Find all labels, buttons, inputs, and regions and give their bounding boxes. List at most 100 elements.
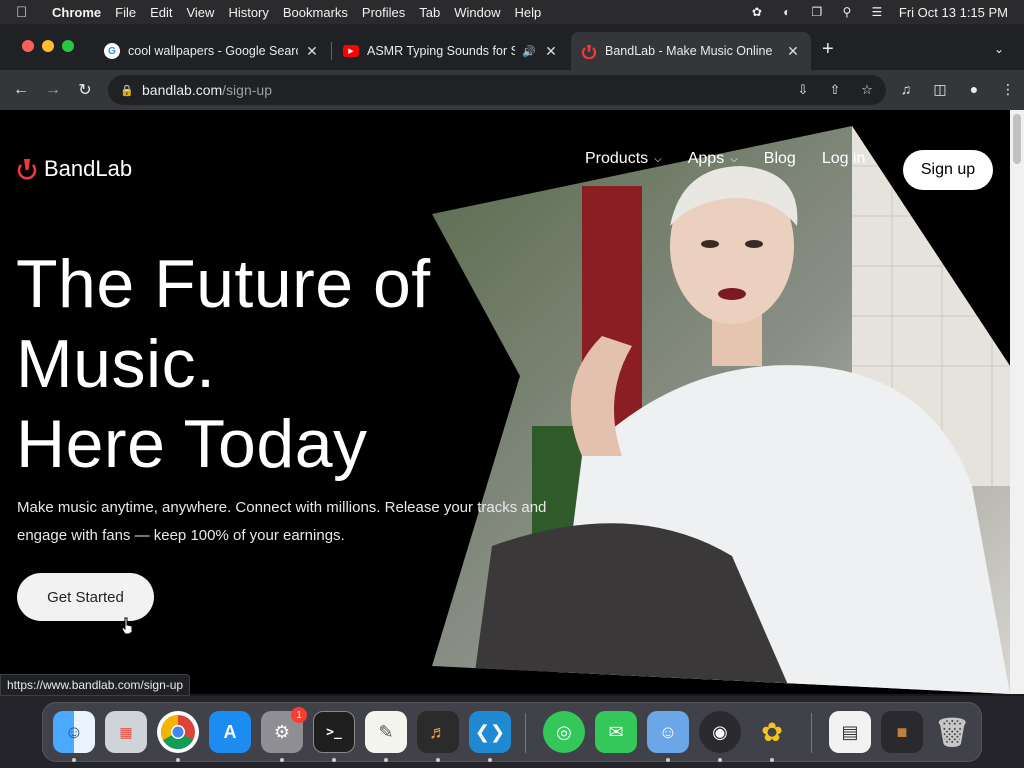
share-icon[interactable]: ⇧ xyxy=(826,81,844,99)
menubar-clock[interactable]: Fri Oct 13 1:15 PM xyxy=(899,5,1008,20)
hero-subcopy: Make music anytime, anywhere. Connect wi… xyxy=(17,499,547,544)
media-controls-icon[interactable]: ♫ xyxy=(896,79,916,99)
address-bar-url[interactable]: bandlab.com/sign-up xyxy=(142,82,272,98)
close-window-button[interactable] xyxy=(22,40,34,52)
nav-login[interactable]: Log in xyxy=(822,150,866,168)
hand-cursor-icon xyxy=(121,617,133,635)
chevron-down-icon: ⌵ xyxy=(654,153,662,165)
close-tab-icon[interactable]: ✕ xyxy=(543,43,559,59)
omnibox-actions: ⇩ ⇧ ☆ xyxy=(794,81,876,99)
launchpad-icon[interactable]: ▦ xyxy=(105,711,147,753)
running-indicator xyxy=(280,758,284,762)
app-store-icon[interactable]: A xyxy=(209,711,251,753)
google-icon: G xyxy=(104,43,120,59)
bandlab-logo-icon xyxy=(17,159,37,180)
side-panel-icon[interactable]: ◫ xyxy=(930,79,950,99)
dock-separator xyxy=(811,713,812,753)
audio-playing-icon[interactable]: 🔊 xyxy=(521,43,537,59)
trash-icon[interactable]: 🗑 xyxy=(931,711,973,753)
system-settings-icon[interactable]: ⚙ 1 xyxy=(261,707,307,753)
menu-app-chrome[interactable]: Chrome xyxy=(52,5,101,20)
running-indicator xyxy=(718,758,722,762)
nav-products[interactable]: Products ⌵ xyxy=(585,150,662,168)
forward-arrow-icon[interactable]: → xyxy=(40,77,66,103)
tab-bandlab[interactable]: BandLab - Make Music Online ✕ xyxy=(571,32,811,70)
vscode-icon[interactable]: ❮❯ xyxy=(469,711,511,753)
url-path: /sign-up xyxy=(222,82,272,98)
bandlab-logo[interactable]: BandLab xyxy=(16,156,132,182)
screenshot-folder-icon[interactable]: ■ xyxy=(881,711,923,753)
tab-youtube-asmr[interactable]: ▶ ASMR Typing Sounds for Studying 🔊 ✕ xyxy=(333,32,569,70)
tab-search-chevron-icon[interactable]: ⌄ xyxy=(994,42,1004,56)
menu-help[interactable]: Help xyxy=(515,5,542,20)
garageband-icon[interactable]: ♬ xyxy=(417,711,459,753)
reload-icon[interactable]: ↻ xyxy=(72,77,98,103)
apple-menu-icon[interactable]:  xyxy=(16,4,38,21)
cyberduck-bee-icon[interactable]: ✿ xyxy=(751,711,793,753)
finder-icon[interactable]: ☺ xyxy=(53,711,95,753)
window-manager-icon[interactable]: ❐ xyxy=(809,5,825,19)
chevron-down-icon: ⌵ xyxy=(730,153,738,165)
install-app-icon[interactable]: ⇩ xyxy=(794,81,812,99)
dock-separator xyxy=(525,713,526,753)
toolbar-actions: ♫ ◫ ● ⋮ xyxy=(896,79,1018,99)
signup-button[interactable]: Sign up xyxy=(903,150,993,190)
tab-google-search[interactable]: G cool wallpapers - Google Search ✕ xyxy=(94,32,330,70)
find-my-icon[interactable]: ◎ xyxy=(543,711,585,753)
tab-title: ASMR Typing Sounds for Studying xyxy=(367,44,515,58)
new-tab-icon[interactable]: + xyxy=(822,38,834,61)
chrome-tabstrip: G cool wallpapers - Google Search ✕ ▶ AS… xyxy=(0,24,1024,70)
page-scrollbar[interactable] xyxy=(1010,110,1024,694)
running-indicator xyxy=(666,758,670,762)
terminal-icon[interactable]: >_ xyxy=(313,711,355,753)
get-started-button[interactable]: Get Started xyxy=(17,573,154,621)
obs-icon[interactable]: ◉ xyxy=(699,711,741,753)
chrome-toolbar: ← → ↻ 🔒 bandlab.com/sign-up ⇩ ⇧ ☆ ♫ ◫ ● … xyxy=(0,70,1024,110)
window-controls xyxy=(22,40,74,52)
address-bar[interactable]: 🔒 bandlab.com/sign-up ⇩ ⇧ ☆ xyxy=(108,75,886,105)
site-nav: Products ⌵ Apps ⌵ Blog Log in xyxy=(585,150,891,168)
preview-document-icon[interactable]: ▤ xyxy=(829,711,871,753)
migration-assistant-icon[interactable]: ☺ xyxy=(647,711,689,753)
menu-edit[interactable]: Edit xyxy=(150,5,172,20)
menu-bookmarks[interactable]: Bookmarks xyxy=(283,5,348,20)
menu-view[interactable]: View xyxy=(186,5,214,20)
close-tab-icon[interactable]: ✕ xyxy=(304,43,320,59)
minimize-window-button[interactable] xyxy=(42,40,54,52)
chrome-icon[interactable] xyxy=(157,711,199,753)
macos-menubar:  Chrome File Edit View History Bookmark… xyxy=(0,0,1024,24)
running-indicator xyxy=(770,758,774,762)
nav-blog[interactable]: Blog xyxy=(764,150,796,168)
bandlab-icon xyxy=(581,43,597,59)
headline-line-2: Music. xyxy=(16,326,216,402)
zoom-window-button[interactable] xyxy=(62,40,74,52)
menubar-status-area: ✿ ◐ ❐ ⚲ ☰ Fri Oct 13 1:15 PM xyxy=(749,0,1008,24)
menu-tab[interactable]: Tab xyxy=(419,5,440,20)
nav-apps[interactable]: Apps ⌵ xyxy=(688,150,738,168)
headline-line-1: The Future of xyxy=(16,246,431,322)
bookmark-star-icon[interactable]: ☆ xyxy=(858,81,876,99)
menu-history[interactable]: History xyxy=(228,5,268,20)
menu-profiles[interactable]: Profiles xyxy=(362,5,405,20)
screen-record-icon[interactable]: ◐ xyxy=(779,5,795,19)
messages-icon[interactable]: ✉ xyxy=(595,711,637,753)
textedit-icon[interactable]: ✎ xyxy=(365,711,407,753)
running-indicator xyxy=(436,758,440,762)
nav-products-label: Products xyxy=(585,150,649,167)
hero-photo xyxy=(432,126,1010,694)
menu-window[interactable]: Window xyxy=(454,5,500,20)
spotlight-search-icon[interactable]: ⚲ xyxy=(839,5,855,19)
scrollbar-thumb[interactable] xyxy=(1013,114,1021,164)
headline-line-3: Here Today xyxy=(16,406,368,482)
brand-name: BandLab xyxy=(44,156,133,181)
bee-status-icon[interactable]: ✿ xyxy=(749,5,765,19)
control-center-icon[interactable]: ☰ xyxy=(869,5,885,19)
back-arrow-icon[interactable]: ← xyxy=(8,77,34,103)
lock-icon[interactable]: 🔒 xyxy=(120,84,134,97)
menu-file[interactable]: File xyxy=(115,5,136,20)
close-tab-icon[interactable]: ✕ xyxy=(785,43,801,59)
profile-avatar-icon[interactable]: ● xyxy=(964,79,984,99)
running-indicator xyxy=(384,758,388,762)
chrome-menu-icon[interactable]: ⋮ xyxy=(998,79,1018,99)
nav-apps-label: Apps xyxy=(687,150,725,167)
